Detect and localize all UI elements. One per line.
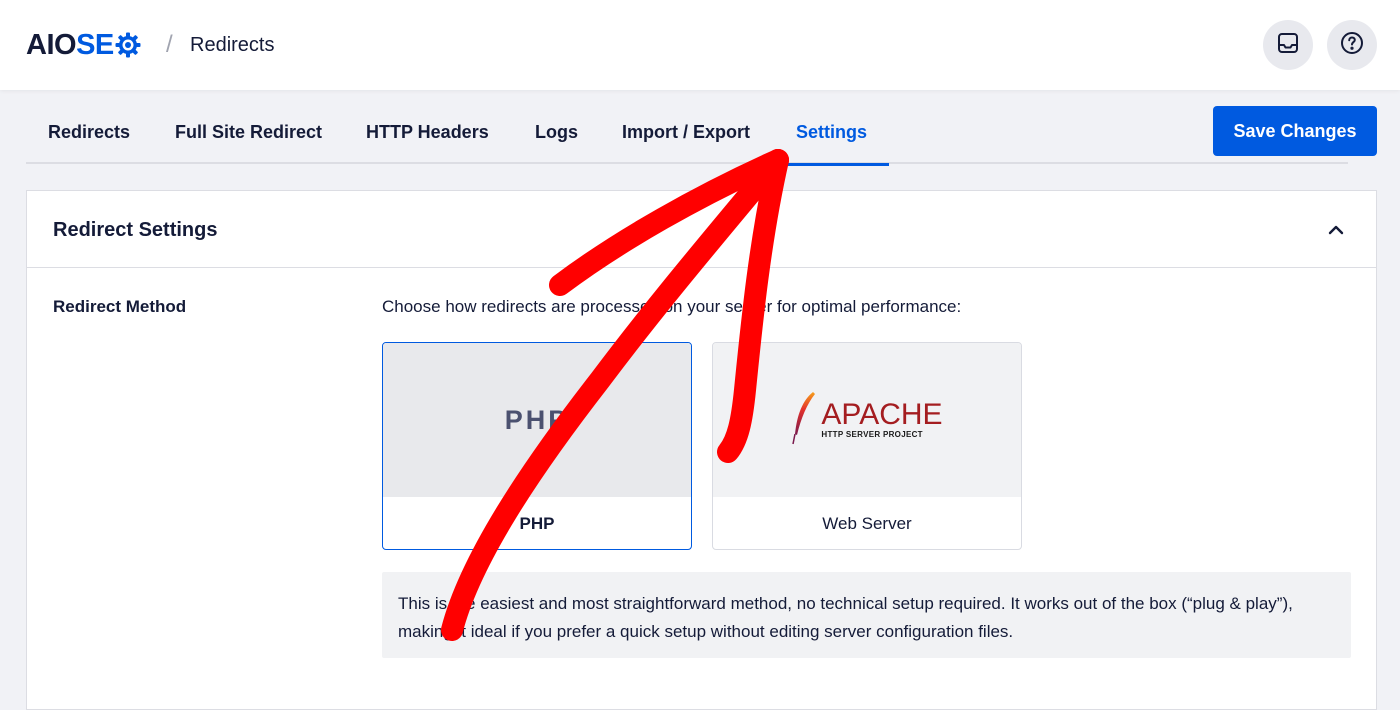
- apache-logo: APACHE HTTP SERVER PROJECT: [713, 343, 1021, 497]
- apache-feather-icon: [791, 390, 817, 451]
- card-header[interactable]: Redirect Settings: [27, 191, 1376, 268]
- tab-import-export[interactable]: Import / Export: [622, 104, 750, 164]
- redirect-method-label: Redirect Method: [53, 297, 187, 316]
- inbox-icon: [1277, 32, 1299, 59]
- apache-logo-text: APACHE: [821, 398, 943, 431]
- card-title: Redirect Settings: [53, 219, 218, 241]
- php-logo-text: PHP: [504, 404, 570, 435]
- logo-aio-text: AIO: [26, 29, 77, 61]
- aioseo-logo[interactable]: AIO SE: [26, 30, 141, 60]
- help-button[interactable]: [1327, 20, 1377, 70]
- apache-logo-subtext: HTTP SERVER PROJECT: [821, 430, 923, 439]
- method-info-box: This is the easiest and most straightfor…: [382, 572, 1351, 658]
- php-logo: PHP: [383, 343, 691, 497]
- breadcrumb-separator: /: [166, 31, 173, 58]
- save-changes-button[interactable]: Save Changes: [1213, 106, 1377, 156]
- tab-redirects[interactable]: Redirects: [48, 104, 130, 164]
- option-label: PHP: [519, 514, 555, 533]
- notifications-button[interactable]: [1263, 20, 1313, 70]
- option-web-server[interactable]: APACHE HTTP SERVER PROJECT Web Server: [712, 342, 1022, 550]
- tab-http-headers[interactable]: HTTP Headers: [366, 104, 489, 164]
- top-bar: AIO SE / Redirects: [0, 0, 1400, 90]
- gear-icon: [115, 32, 141, 58]
- redirect-method-description: Choose how redirects are processed on yo…: [382, 297, 962, 316]
- tab-bar: Redirects Full Site Redirect HTTP Header…: [26, 104, 1348, 166]
- page-title: Redirects: [190, 34, 275, 56]
- option-php[interactable]: PHP PHP: [382, 342, 692, 550]
- tab-logs[interactable]: Logs: [535, 104, 578, 164]
- tab-settings[interactable]: Settings: [773, 104, 890, 166]
- option-label: Web Server: [822, 514, 912, 533]
- chevron-up-icon[interactable]: [1325, 219, 1347, 241]
- logo-seo-text: SE: [76, 29, 114, 61]
- redirect-settings-card: Redirect Settings Redirect Method Choose…: [26, 190, 1377, 710]
- help-circle-icon: [1340, 31, 1364, 60]
- tab-full-site-redirect[interactable]: Full Site Redirect: [175, 104, 322, 164]
